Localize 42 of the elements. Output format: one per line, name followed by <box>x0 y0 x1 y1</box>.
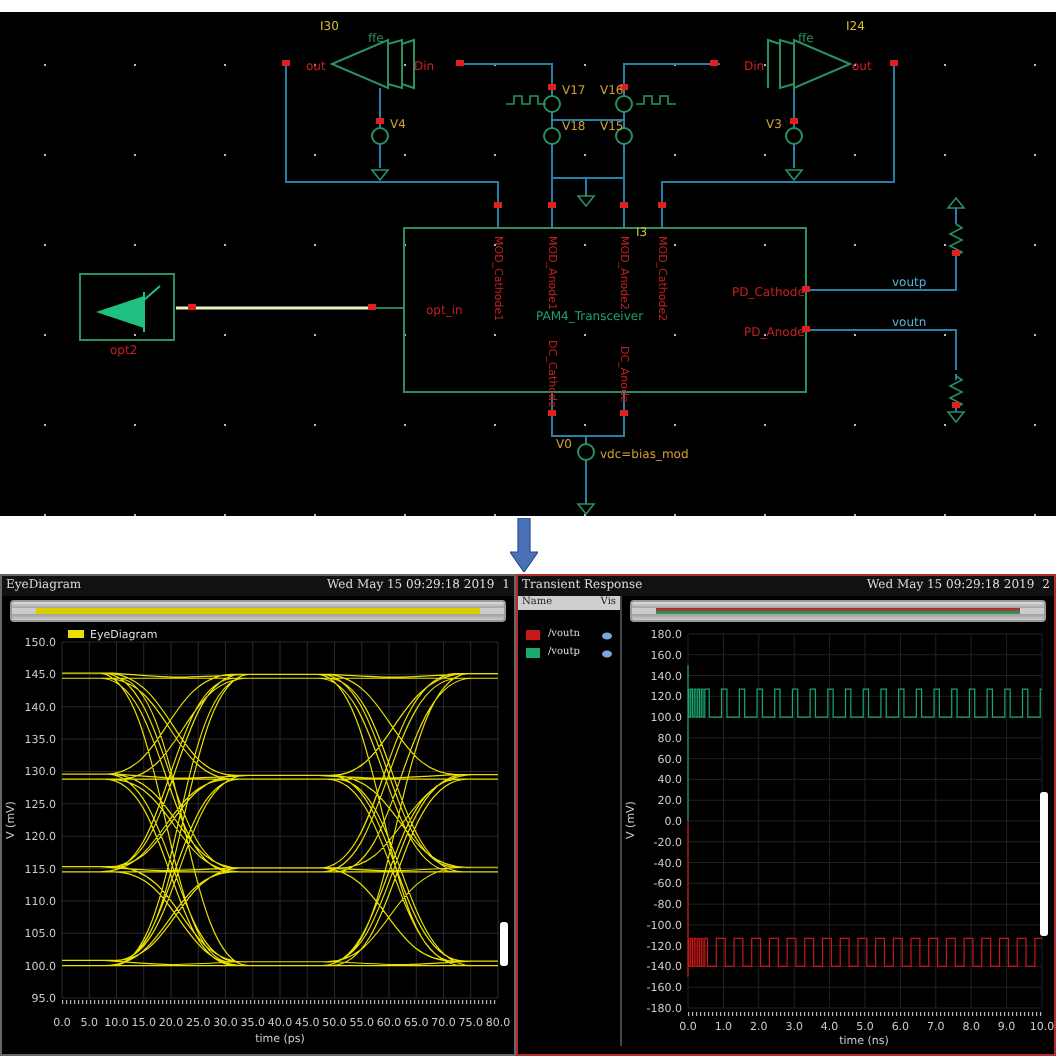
scrollbar-thumb <box>500 922 508 966</box>
resistor-symbol <box>948 223 964 257</box>
legend-swatch <box>68 630 84 638</box>
pin-marker <box>548 410 556 416</box>
pin-marker <box>620 84 628 90</box>
pin-marker <box>456 60 464 66</box>
pin-marker <box>802 326 810 332</box>
pulse-waveform-icon <box>635 95 677 105</box>
pin-marker <box>658 202 666 208</box>
pin-marker <box>890 60 898 66</box>
pin-marker <box>548 202 556 208</box>
ground-symbol <box>576 195 596 208</box>
ground-symbol <box>784 169 804 182</box>
wire <box>955 407 957 413</box>
pin-marker <box>710 60 718 66</box>
ground-symbol <box>946 411 966 424</box>
pin-marker <box>282 60 290 66</box>
pin-marker <box>620 410 628 416</box>
voltage-source-symbol <box>577 443 595 461</box>
wire <box>955 207 957 225</box>
pin-marker <box>952 402 960 408</box>
ground-symbol <box>370 169 390 182</box>
scrollbar-thumb <box>1040 792 1048 936</box>
pin-marker <box>368 304 376 310</box>
pin-marker <box>376 118 384 124</box>
range-slider[interactable] <box>630 600 1046 622</box>
pin-marker <box>188 304 196 310</box>
pin-marker <box>802 286 810 292</box>
ground-symbol <box>946 196 966 209</box>
photodiode-symbol <box>79 273 175 341</box>
pin-marker <box>620 202 628 208</box>
resistor-symbol <box>948 375 964 409</box>
voltage-source-symbol <box>785 127 803 145</box>
pin-marker <box>790 118 798 124</box>
down-arrow-icon <box>510 518 538 572</box>
pin-marker <box>952 250 960 256</box>
pulse-waveform-icon <box>505 95 547 105</box>
range-slider[interactable] <box>10 600 506 622</box>
pin-marker <box>494 202 502 208</box>
ground-symbol <box>576 503 596 516</box>
pin-marker <box>548 84 556 90</box>
voltage-source-symbol <box>371 127 389 145</box>
